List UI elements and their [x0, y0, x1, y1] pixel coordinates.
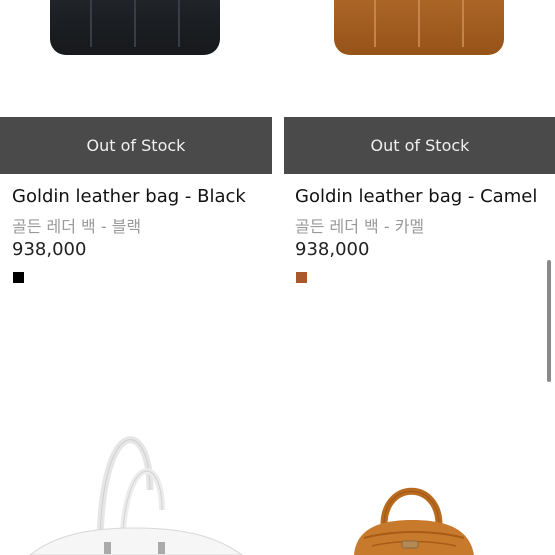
- product-card-camel[interactable]: Out of Stock Goldin leather bag - Camel …: [284, 0, 555, 300]
- scrollbar[interactable]: [547, 260, 551, 382]
- out-of-stock-button[interactable]: Out of Stock: [0, 117, 272, 174]
- camel-mini-bag-illustration: [354, 487, 474, 555]
- product-image-black-bag[interactable]: [0, 0, 272, 117]
- camel-bag-illustration: [334, 0, 504, 55]
- product-price: 938,000: [295, 239, 370, 260]
- product-card-black[interactable]: Out of Stock Goldin leather bag - Black …: [0, 0, 272, 300]
- product-image-camel-mini-bag[interactable]: [284, 420, 555, 555]
- product-subtitle-korean: 골든 레더 백 - 카멜: [295, 217, 425, 236]
- color-swatch-camel[interactable]: [296, 272, 307, 283]
- product-image-camel-bag[interactable]: [284, 0, 555, 117]
- product-subtitle-korean: 골든 레더 백 - 블랙: [12, 217, 142, 236]
- product-title[interactable]: Goldin leather bag - Camel: [295, 186, 537, 207]
- product-price: 938,000: [12, 239, 87, 260]
- product-title[interactable]: Goldin leather bag - Black: [12, 186, 246, 207]
- out-of-stock-button[interactable]: Out of Stock: [284, 117, 555, 174]
- product-image-white-bag[interactable]: [0, 420, 272, 555]
- color-swatch-black[interactable]: [13, 272, 24, 283]
- white-bag-illustration: [29, 436, 243, 555]
- black-bag-illustration: [50, 0, 220, 55]
